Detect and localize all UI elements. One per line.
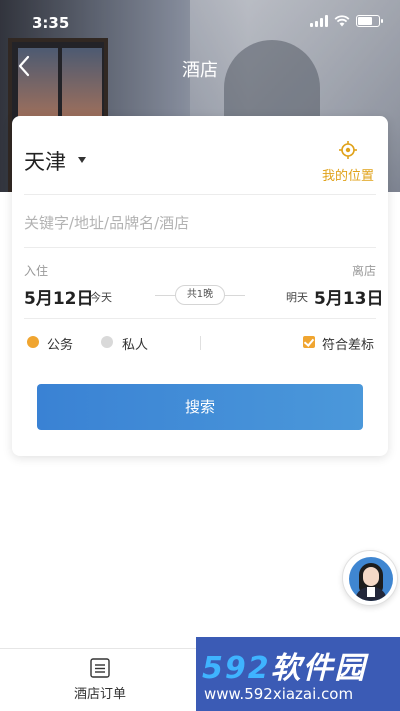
status-icons: [310, 15, 383, 27]
divider: [24, 194, 376, 195]
city-row: 天津 我的位置: [12, 116, 388, 194]
radio-private-label[interactable]: 私人: [122, 334, 148, 353]
nav-bar: 酒店: [0, 44, 400, 88]
policy-checkbox-label[interactable]: 符合差标: [322, 334, 374, 353]
signal-icon: [310, 15, 328, 27]
checkin-label: 入住: [24, 264, 49, 278]
status-bar: 3:35: [0, 0, 400, 44]
my-location-button[interactable]: 我的位置: [318, 140, 378, 184]
status-time: 3:35: [32, 14, 70, 32]
avatar: [349, 557, 393, 601]
policy-checkbox[interactable]: [303, 336, 315, 348]
checkout-date[interactable]: 5月13日: [314, 284, 384, 309]
watermark-logo: 592软件园: [202, 651, 367, 686]
divider: [200, 336, 201, 350]
checkout-day: 明天: [286, 291, 308, 304]
nights-badge: 共1晚: [175, 285, 225, 305]
watermark-url: www.592xiazai.com: [204, 685, 354, 703]
trip-type-row: 公务 私人 符合差标: [12, 326, 388, 362]
checkout-label: 离店: [351, 264, 376, 278]
city-selector[interactable]: 天津: [24, 146, 66, 176]
hotel-search-card: 天津 我的位置 关键字/地址/品牌名/酒店 入住 5月12日 今天 共1晚 离店…: [12, 116, 388, 456]
tab-hotel-orders[interactable]: 酒店订单: [50, 657, 150, 702]
radio-business-label[interactable]: 公务: [47, 334, 73, 353]
watermark: 592软件园 www.592xiazai.com: [196, 637, 400, 711]
order-list-icon: [90, 658, 110, 678]
radio-private[interactable]: [101, 336, 113, 348]
date-row[interactable]: 入住 5月12日 今天 共1晚 离店 明天 5月13日: [12, 248, 388, 318]
customer-service-button[interactable]: [342, 550, 398, 606]
caret-down-icon[interactable]: [78, 157, 86, 163]
wifi-icon: [334, 15, 350, 27]
locate-icon: [339, 141, 357, 159]
page-title: 酒店: [182, 60, 218, 81]
search-button[interactable]: 搜索: [37, 384, 363, 430]
checkin-day: 今天: [90, 291, 112, 304]
divider: [24, 318, 376, 319]
my-location-label: 我的位置: [321, 169, 374, 184]
tab-hotel-orders-label: 酒店订单: [73, 687, 126, 702]
battery-icon: [356, 15, 383, 27]
keyword-search-input[interactable]: 关键字/地址/品牌名/酒店: [24, 212, 364, 233]
checkin-date[interactable]: 5月12日: [24, 284, 94, 309]
radio-business[interactable]: [27, 336, 39, 348]
